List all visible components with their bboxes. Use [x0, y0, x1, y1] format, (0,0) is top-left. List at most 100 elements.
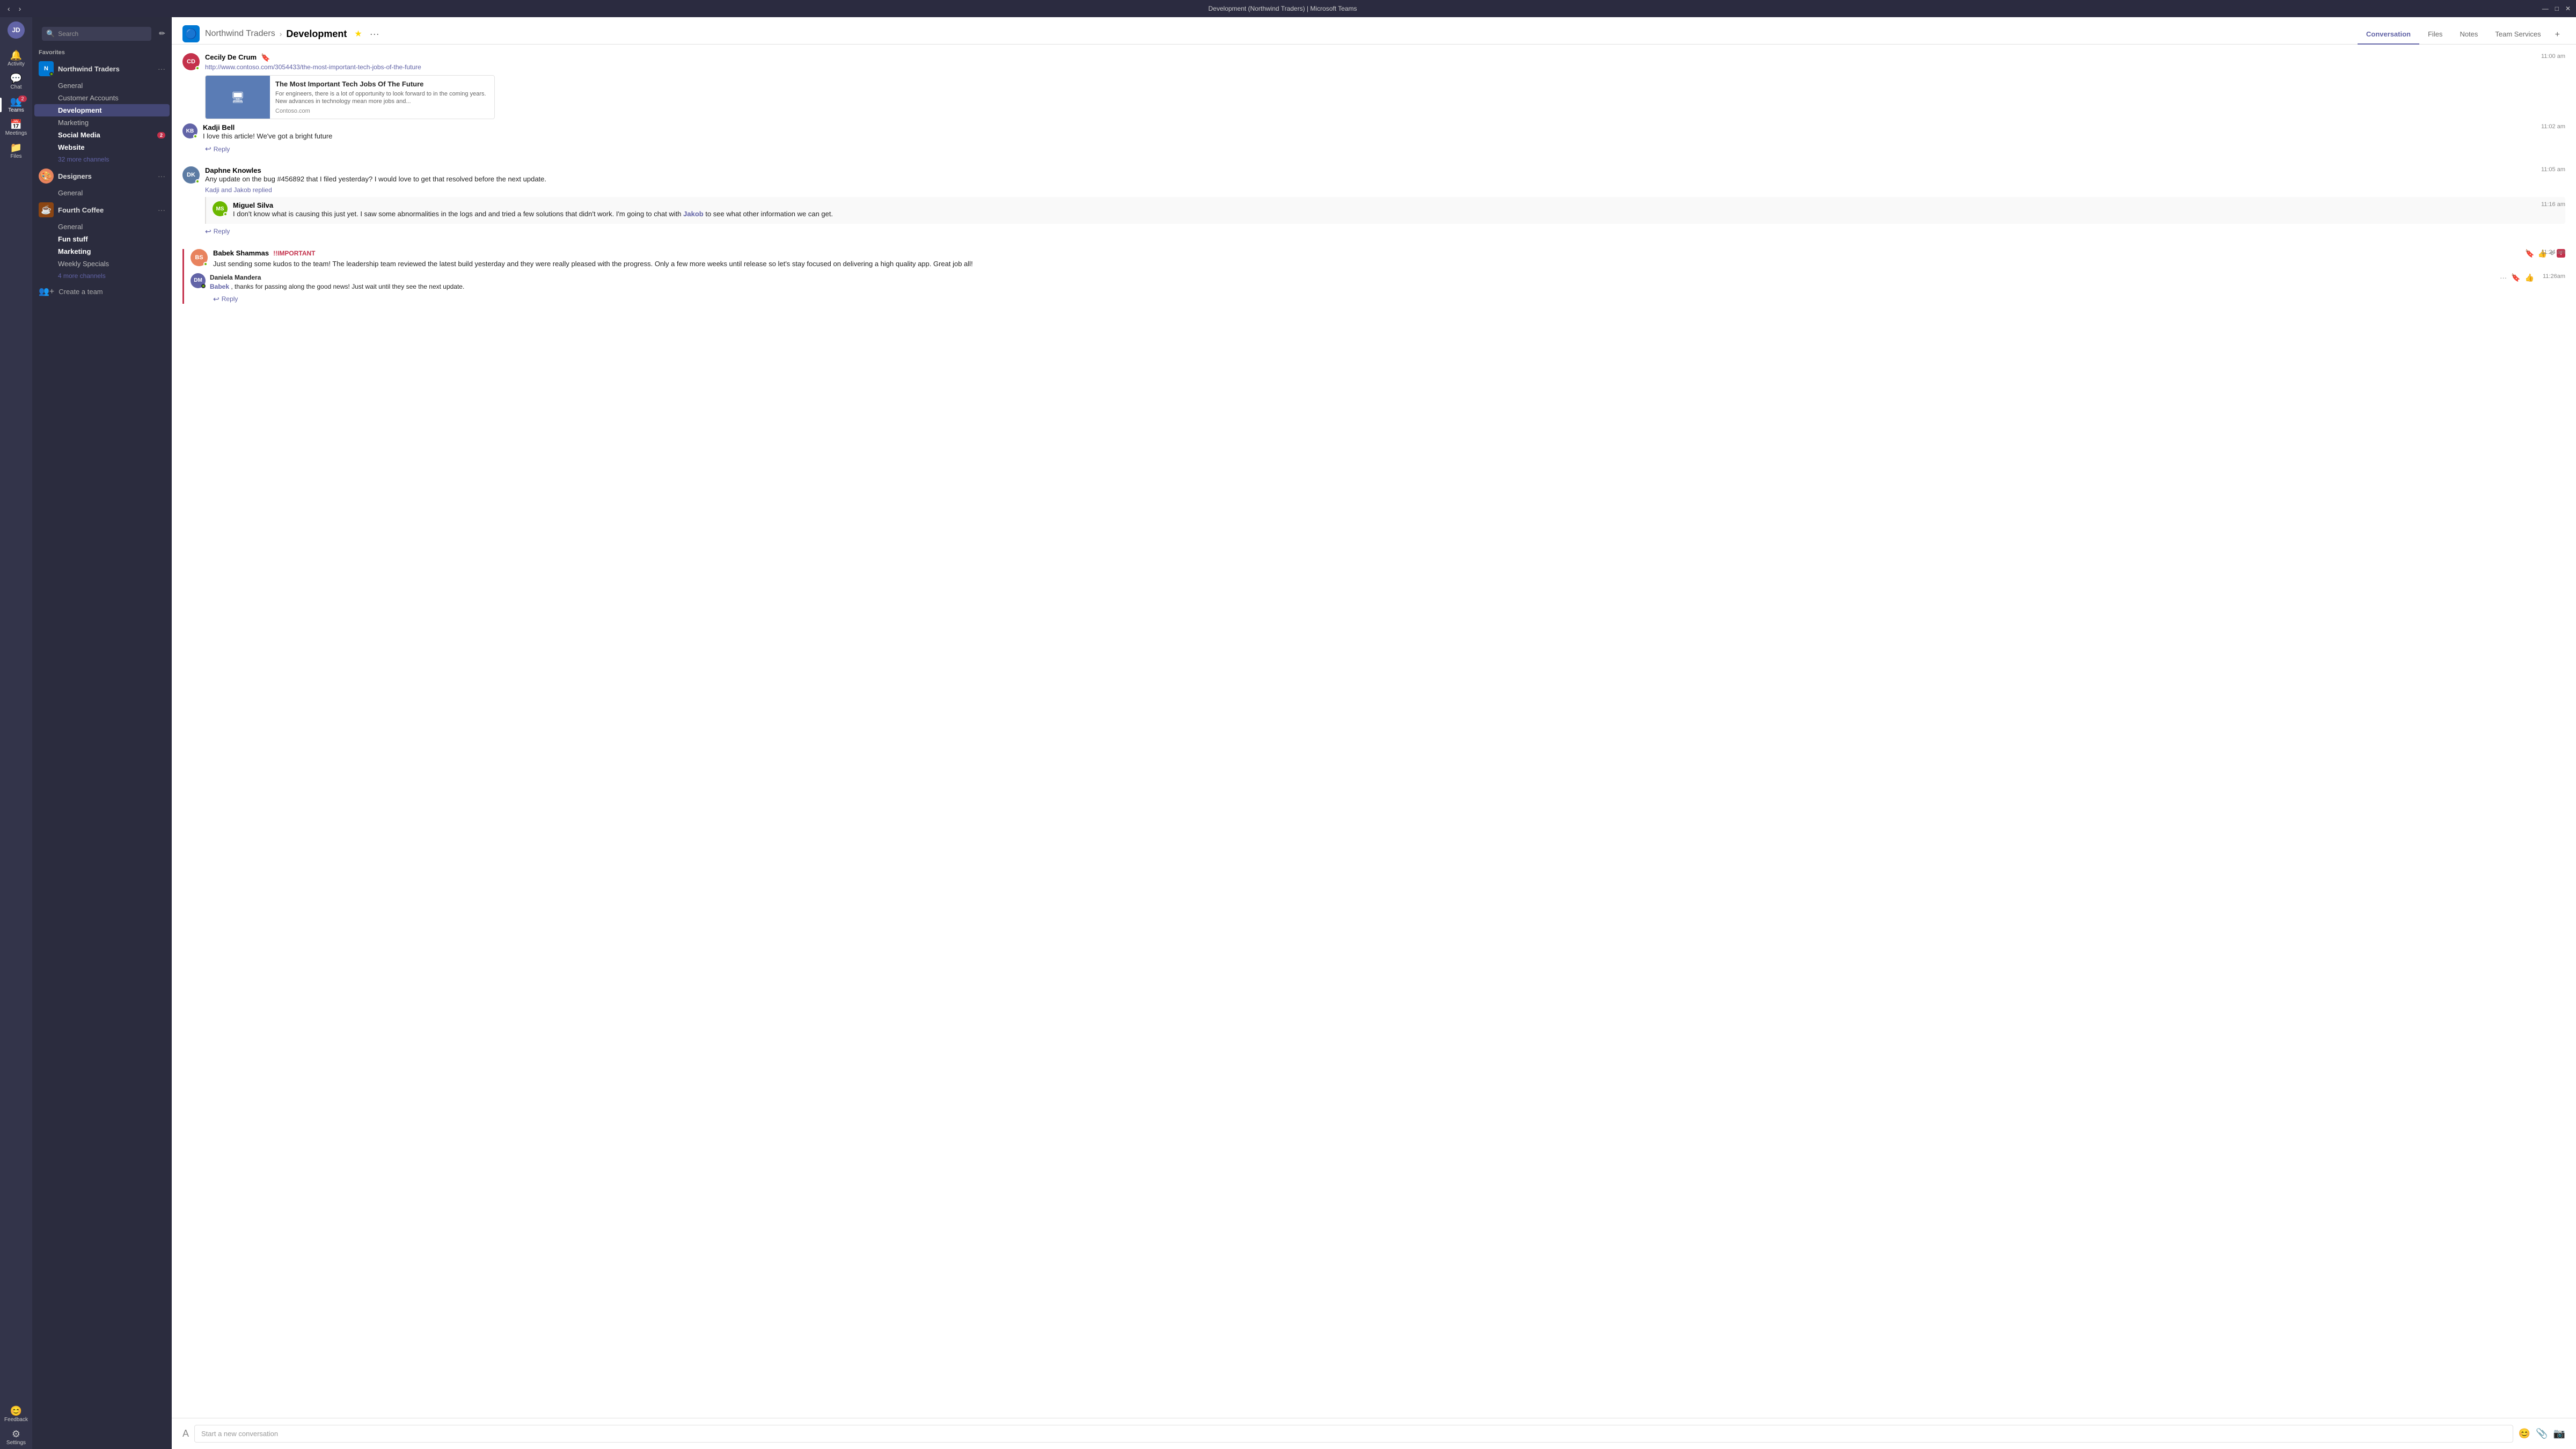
team-item-fourth-coffee[interactable]: ☕ Fourth Coffee ···: [32, 199, 172, 221]
message-thread-2: DK Daphne Knowles Any update on the bug …: [182, 166, 2565, 236]
nav-item-files[interactable]: 📁 Files: [0, 140, 32, 163]
reply-button-1[interactable]: ↩ Reply: [205, 144, 2565, 153]
channel-social-media[interactable]: Social Media 2: [32, 129, 172, 141]
back-button[interactable]: ‹: [5, 4, 12, 13]
channel-general-designers[interactable]: General: [32, 187, 172, 199]
channel-weekly-specials[interactable]: Weekly Specials: [32, 258, 172, 270]
tab-conversation[interactable]: Conversation: [2358, 26, 2419, 45]
designers-avatar-text: 🎨: [40, 171, 52, 182]
user-avatar[interactable]: JD: [8, 21, 25, 39]
channel-website[interactable]: Website: [32, 141, 172, 153]
reply-icon-2: ↩: [205, 227, 211, 236]
nested-reply-miguel: MS Miguel Silva I don't know what is cau…: [205, 197, 2565, 223]
daphne-avatar: DK: [182, 166, 200, 184]
nav-item-teams[interactable]: 2 👥 Teams: [0, 93, 32, 116]
header-more-button[interactable]: ···: [370, 28, 379, 40]
daniela-like-button[interactable]: 👍: [2525, 273, 2534, 282]
message-row-daphne: DK Daphne Knowles Any update on the bug …: [182, 166, 2565, 184]
daniela-more-button[interactable]: ···: [2500, 274, 2507, 282]
forward-button[interactable]: ›: [17, 4, 24, 13]
daniela-bookmark-button[interactable]: 🔖: [2511, 273, 2520, 282]
format-text-icon[interactable]: A: [182, 1428, 189, 1439]
team-item-designers[interactable]: 🎨 Designers ···: [32, 165, 172, 187]
cecily-sender-name: Cecily De Crum: [205, 53, 257, 61]
reply-label-3: Reply: [222, 295, 238, 303]
link-preview-img-inner: 🖥: [206, 76, 270, 119]
miguel-sender-name: Miguel Silva: [233, 201, 273, 209]
nav-item-settings[interactable]: ⚙ Settings: [4, 1426, 28, 1449]
reply-button-2[interactable]: ↩ Reply: [205, 227, 2565, 236]
close-button[interactable]: ✕: [2565, 5, 2571, 12]
more-channels-northwind[interactable]: 32 more channels: [32, 153, 172, 165]
important-label: !!IMPORTANT: [273, 250, 315, 257]
channel-name: Marketing: [58, 119, 89, 127]
main-content: 🔵 Northwind Traders › Development ★ ··· …: [172, 17, 2576, 1449]
cecily-bookmark-icon[interactable]: 🔖: [261, 53, 270, 62]
fourth-coffee-more-button[interactable]: ···: [158, 206, 165, 214]
channel-marketing-fourth-coffee[interactable]: Marketing: [32, 245, 172, 258]
meetings-label: Meetings: [5, 130, 27, 136]
channel-general-fourth-coffee[interactable]: General: [32, 221, 172, 233]
attach-button[interactable]: 📎: [2536, 1428, 2548, 1439]
add-tab-button[interactable]: +: [2550, 26, 2565, 44]
designers-avatar: 🎨: [39, 169, 54, 184]
northwind-team-name: Northwind Traders: [58, 65, 158, 73]
daniela-online-dot: [201, 284, 206, 288]
daphne-online-dot: [195, 179, 200, 184]
channel-fun-stuff[interactable]: Fun stuff: [32, 233, 172, 245]
minimize-button[interactable]: —: [2542, 5, 2549, 12]
babek-message-text: Just sending some kudos to the team! The…: [213, 259, 2565, 269]
cecily-initials: CD: [187, 58, 195, 65]
tab-team-services[interactable]: Team Services: [2486, 26, 2549, 45]
message-thread-3-important: BS Babek Shammas !!IMPORTANT 🔖 👍 6 !: [182, 249, 2565, 304]
tab-files[interactable]: Files: [2419, 26, 2451, 45]
kadji-avatar: KB: [182, 123, 197, 138]
meet-button[interactable]: 📷: [2553, 1428, 2565, 1439]
nav-item-activity[interactable]: 🔔 Activity: [0, 47, 32, 70]
compose-input[interactable]: Start a new conversation: [194, 1425, 2513, 1443]
nav-item-chat[interactable]: 💬 Chat: [0, 70, 32, 93]
search-input[interactable]: [58, 30, 147, 38]
tab-notes[interactable]: Notes: [2451, 26, 2486, 45]
breadcrumb-channel: Development: [286, 28, 347, 40]
files-icon: 📁: [10, 143, 22, 152]
cecily-online-dot: [195, 66, 200, 70]
compose-button[interactable]: ✏: [159, 29, 165, 38]
northwind-more-button[interactable]: ···: [158, 64, 165, 73]
more-channels-fourth-coffee[interactable]: 4 more channels: [32, 270, 172, 282]
reply-button-3[interactable]: ↩ Reply: [213, 295, 2565, 304]
designers-more-button[interactable]: ···: [158, 172, 165, 180]
channel-marketing-northwind[interactable]: Marketing: [32, 116, 172, 129]
emoji-button[interactable]: 😊: [2519, 1428, 2530, 1439]
nav-item-meetings[interactable]: 📅 Meetings: [0, 116, 32, 140]
search-icon: 🔍: [46, 30, 55, 38]
titlebar-nav[interactable]: ‹ ›: [5, 4, 23, 13]
channel-customer-accounts[interactable]: Customer Accounts: [32, 92, 172, 104]
files-label: Files: [10, 153, 21, 159]
channel-development[interactable]: Development: [34, 104, 170, 116]
create-team-button[interactable]: 👥+ Create a team: [32, 282, 172, 301]
nav-item-feedback[interactable]: 😊 Feedback: [4, 1403, 28, 1426]
favorite-star-button[interactable]: ★: [354, 28, 362, 39]
social-media-badge: 2: [157, 132, 165, 138]
link-preview-title: The Most Important Tech Jobs Of The Futu…: [275, 80, 489, 88]
designers-team-name: Designers: [58, 172, 158, 180]
miguel-avatar: MS: [213, 201, 228, 216]
fourth-coffee-avatar: ☕: [39, 202, 54, 217]
channel-name: General: [58, 189, 83, 197]
reply-icon-3: ↩: [213, 295, 219, 304]
babek-mention: Babek: [210, 283, 229, 290]
cecily-message-link[interactable]: http://www.contoso.com/3054433/the-most-…: [205, 63, 2565, 71]
maximize-button[interactable]: □: [2555, 5, 2559, 12]
channel-name: Weekly Specials: [58, 260, 109, 268]
team-item-northwind[interactable]: N Northwind Traders ···: [32, 58, 172, 79]
link-preview-image: 🖥: [206, 76, 270, 119]
reply-count-2[interactable]: Kadji and Jakob replied: [205, 186, 2565, 194]
create-team-label: Create a team: [58, 288, 103, 296]
jakob-mention: Jakob: [683, 210, 704, 218]
chat-label: Chat: [10, 84, 21, 90]
channel-general-northwind[interactable]: General: [32, 79, 172, 92]
daniela-text-content: , thanks for passing along the good news…: [231, 283, 464, 290]
titlebar-controls[interactable]: — □ ✕: [2542, 5, 2571, 12]
flag-icon[interactable]: 🔖: [2525, 249, 2534, 258]
